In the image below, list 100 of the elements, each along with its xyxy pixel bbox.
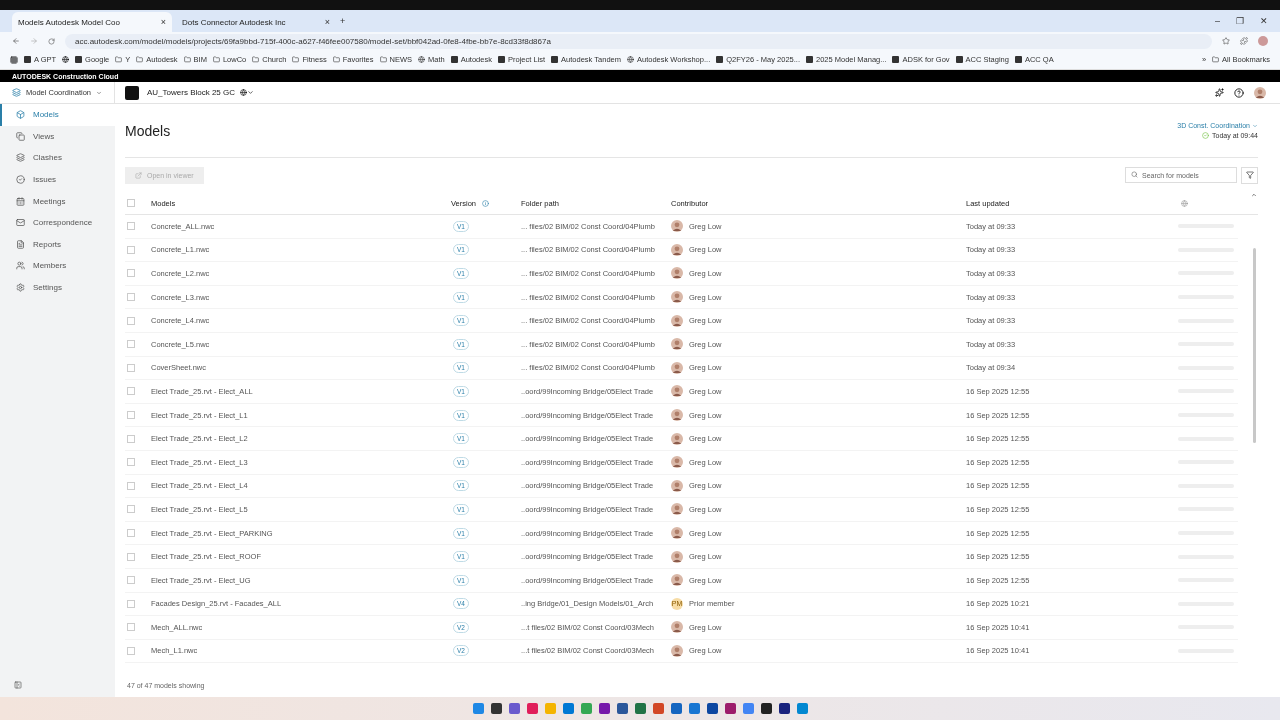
browser-tab[interactable]: Models Autodesk Model Coo × [12, 12, 172, 32]
taskbar-icon[interactable] [616, 703, 628, 714]
project-selector[interactable]: AU_Towers Block 25 GC [147, 88, 236, 97]
collapse-sidebar-icon[interactable] [14, 681, 22, 689]
column-settings-icon[interactable] [1181, 199, 1188, 207]
site-icon [806, 56, 813, 63]
avatar-icon [671, 432, 683, 445]
window-control[interactable]: ✕ [1260, 16, 1268, 26]
row-checkbox[interactable] [127, 222, 135, 231]
avatar-icon [671, 220, 683, 233]
close-button[interactable]: × [160, 17, 166, 27]
filter-icon [1245, 171, 1254, 179]
taskbar-icon[interactable] [724, 703, 736, 714]
taskbar-icon[interactable] [760, 703, 772, 714]
sidebar-item[interactable]: Clashes [0, 147, 115, 169]
folder-icon [183, 56, 191, 63]
row-checkbox[interactable] [127, 647, 135, 655]
avatar-icon [671, 385, 683, 398]
sidebar-item[interactable]: Issues [0, 168, 115, 191]
avatar-icon [671, 574, 683, 587]
row-checkbox[interactable] [127, 387, 135, 396]
mail-icon [16, 218, 25, 228]
site-icon [551, 56, 559, 63]
row-checkbox[interactable] [127, 576, 135, 585]
sidebar-item[interactable]: Members [0, 255, 115, 277]
folder-icon [1212, 56, 1220, 63]
check-circle-icon [1202, 132, 1210, 139]
site-icon [75, 56, 83, 63]
row-checkbox[interactable] [127, 599, 135, 608]
window-control[interactable]: – [1215, 16, 1220, 26]
row-checkbox[interactable] [127, 481, 135, 490]
caret-icon [96, 89, 103, 96]
new-tab-button[interactable]: + [340, 16, 346, 26]
info-icon [482, 199, 490, 207]
sparkle-icon[interactable] [1215, 88, 1224, 97]
globe-icon [62, 56, 70, 63]
settings-icon [16, 283, 25, 293]
row-checkbox[interactable] [127, 505, 135, 514]
taskbar-icon[interactable] [490, 703, 502, 714]
help-icon[interactable] [1234, 87, 1244, 98]
external-link-icon [135, 171, 142, 179]
avatar-icon [671, 338, 683, 351]
row-checkbox[interactable] [127, 458, 135, 467]
avatar-icon [1254, 86, 1266, 99]
close-button[interactable]: × [324, 17, 330, 27]
document-icon [16, 239, 25, 249]
address-bar[interactable]: acc.autodesk.com/model/models/projects/69fa9bbd-715f-400c-a627-f46fee007580/model-set/bbf042ad-0fe8-4fbe-bb7e-8cd33f8d867a [65, 33, 1212, 49]
folder-icon [115, 56, 123, 63]
globe-icon [240, 89, 248, 96]
taskbar-icon[interactable] [598, 703, 610, 714]
site-icon [892, 56, 900, 63]
bookmark-star-icon[interactable] [1222, 37, 1230, 45]
avatar-icon [671, 456, 683, 469]
layers-icon [16, 153, 25, 163]
avatar-icon [671, 527, 683, 539]
scroll-up-icon[interactable] [1251, 192, 1257, 198]
row-checkbox[interactable] [127, 340, 135, 349]
sidebar-item[interactable]: Views [0, 125, 115, 148]
reload-icon[interactable] [48, 37, 55, 45]
folder-icon [379, 56, 387, 63]
profile-avatar[interactable] [1258, 36, 1268, 46]
sidebar-item[interactable]: Meetings [0, 190, 115, 212]
row-checkbox[interactable] [127, 623, 135, 632]
site-icon [450, 56, 458, 63]
forward-icon[interactable] [30, 37, 38, 45]
globe-icon [418, 56, 425, 63]
row-checkbox[interactable] [127, 245, 135, 254]
avatar-icon [671, 243, 683, 256]
search-icon [1131, 171, 1138, 178]
filter-button[interactable] [1241, 166, 1258, 184]
window-control[interactable]: ❐ [1236, 16, 1244, 26]
sidebar-item[interactable]: Models [0, 104, 115, 126]
taskbar-icon[interactable] [778, 703, 790, 714]
row-checkbox[interactable] [127, 529, 135, 537]
extensions-icon[interactable] [1240, 37, 1248, 45]
avatar-icon [671, 645, 683, 657]
row-checkbox[interactable] [127, 434, 135, 443]
browser-tab[interactable]: Dots Connector Autodesk Inc × [176, 12, 336, 32]
row-checkbox[interactable] [127, 293, 135, 302]
site-icon [955, 56, 963, 63]
taskbar-icon[interactable] [706, 703, 718, 714]
sidebar-item[interactable]: Settings [0, 276, 115, 299]
people-icon [16, 261, 25, 271]
avatar-icon [671, 267, 683, 280]
row-checkbox[interactable] [127, 411, 135, 420]
folder-icon [252, 56, 260, 63]
sidebar-item[interactable]: Reports [0, 233, 115, 256]
caret-icon[interactable] [247, 89, 255, 96]
row-checkbox[interactable] [127, 269, 135, 278]
layers-icon [12, 88, 21, 97]
sidebar-item[interactable]: Correspondence [0, 211, 115, 234]
back-icon[interactable] [12, 37, 20, 45]
row-checkbox[interactable] [127, 363, 135, 372]
folder-icon [332, 56, 340, 63]
avatar-icon [671, 621, 683, 634]
site-icon [1014, 56, 1022, 63]
folder-icon [136, 56, 144, 63]
select-all-checkbox[interactable] [127, 199, 135, 207]
row-checkbox[interactable] [127, 552, 135, 561]
row-checkbox[interactable] [127, 316, 135, 325]
